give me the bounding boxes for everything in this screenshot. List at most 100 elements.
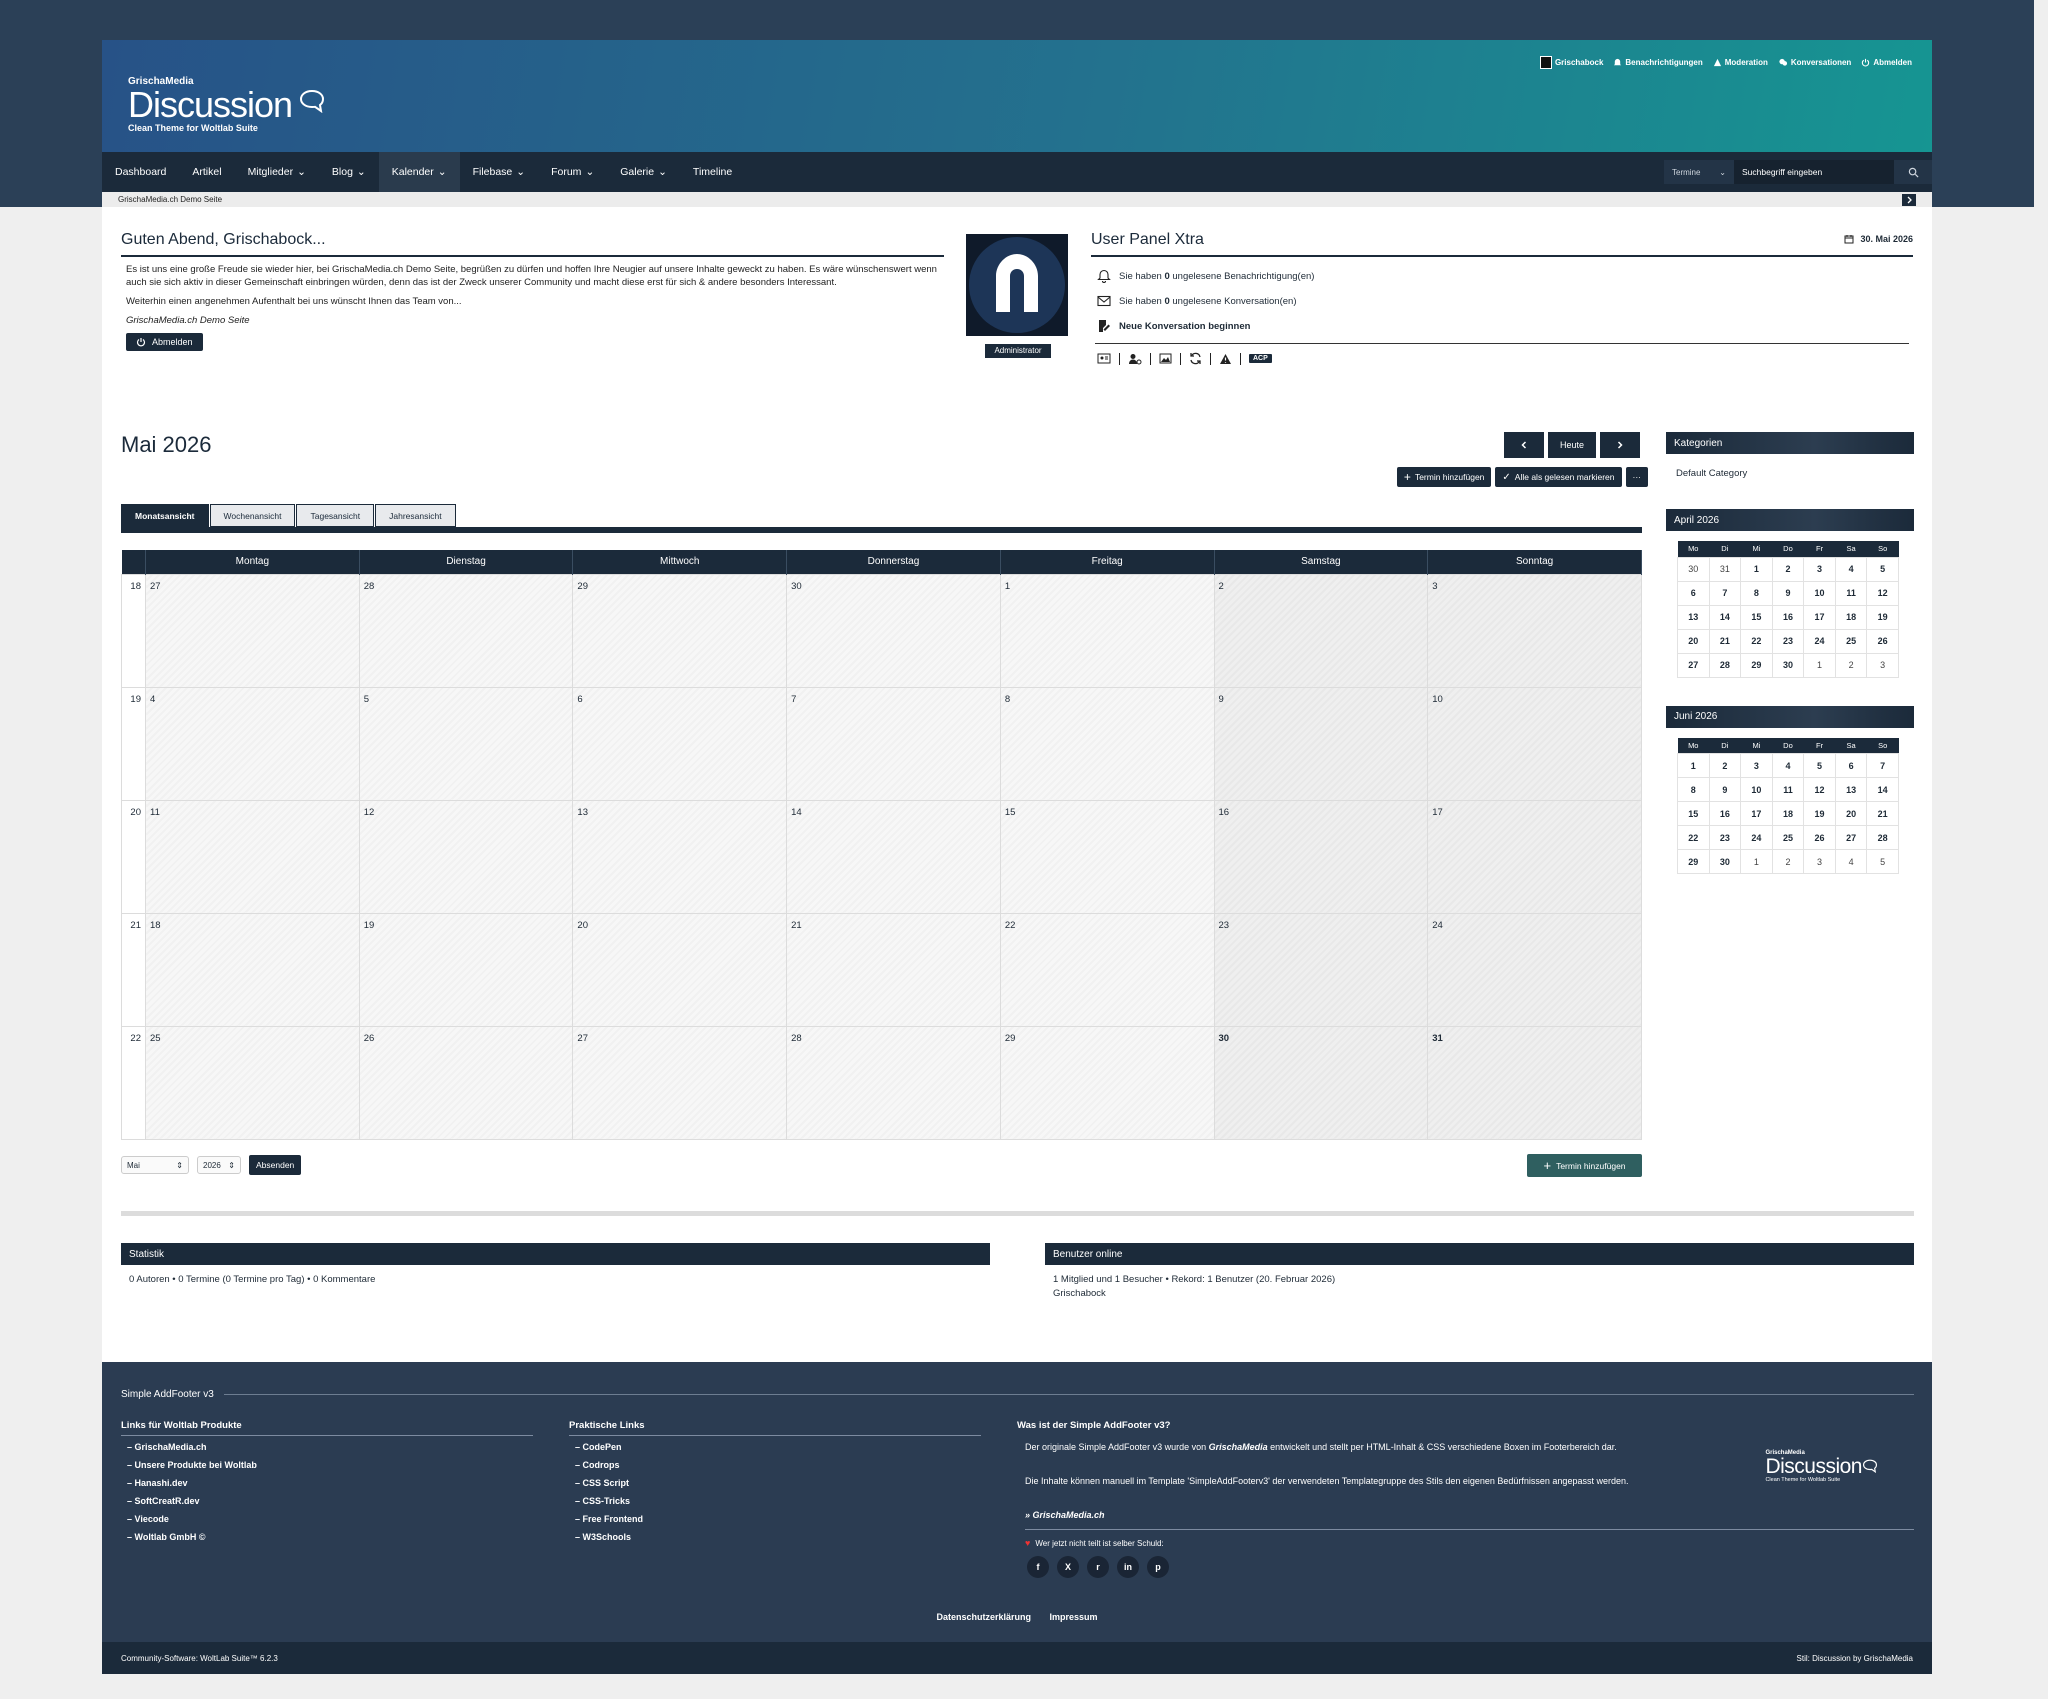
acp-button[interactable]: ACP <box>1249 354 1272 363</box>
nav-kalender[interactable]: Kalender ⌄ <box>378 152 460 192</box>
sidebar-toggle-button[interactable] <box>1902 194 1916 206</box>
mini-day-cell[interactable]: 3 <box>1803 849 1836 874</box>
conversations-row[interactable]: Sie haben 0 ungelesene Konversation(en) <box>1097 295 1913 307</box>
nav-mitglieder[interactable]: Mitglieder ⌄ <box>235 152 319 192</box>
calendar-day-cell[interactable]: 27 <box>572 1025 788 1140</box>
submit-button[interactable]: Absenden <box>249 1155 302 1175</box>
image-icon[interactable] <box>1159 353 1172 364</box>
mini-day-cell[interactable]: 21 <box>1708 628 1742 654</box>
mini-day-cell[interactable]: 5 <box>1803 753 1836 778</box>
calendar-day-cell[interactable]: 19 <box>358 912 574 1027</box>
mini-day-cell[interactable]: 20 <box>1677 628 1710 654</box>
mini-day-cell[interactable]: 11 <box>1834 580 1868 606</box>
mini-day-cell[interactable]: 8 <box>1740 580 1773 606</box>
calendar-day-cell[interactable]: 17 <box>1427 799 1642 914</box>
calendar-day-cell[interactable]: 11 <box>145 799 360 914</box>
calendar-day-cell[interactable]: 16 <box>1213 799 1429 914</box>
calendar-day-cell[interactable]: 29 <box>572 573 788 688</box>
reddit-icon[interactable]: r <box>1087 1556 1109 1578</box>
calendar-day-cell[interactable]: 13 <box>572 799 788 914</box>
calendar-day-cell[interactable]: 26 <box>358 1025 574 1140</box>
calendar-day-cell[interactable]: 30 <box>1213 1025 1429 1140</box>
mini-day-cell[interactable]: 29 <box>1740 652 1773 678</box>
mini-day-cell[interactable]: 30 <box>1677 556 1710 582</box>
mini-day-cell[interactable]: 3 <box>1866 652 1899 678</box>
mini-day-cell[interactable]: 8 <box>1677 777 1710 802</box>
calendar-day-cell[interactable]: 25 <box>145 1025 360 1140</box>
footer-link[interactable]: SoftCreatR.dev <box>127 1496 533 1506</box>
mini-day-cell[interactable]: 2 <box>1771 556 1805 582</box>
style-credit[interactable]: Stil: Discussion by GrischaMedia <box>1797 1654 1913 1663</box>
footer-link[interactable]: CSS Script <box>575 1478 981 1488</box>
mini-day-cell[interactable]: 21 <box>1866 801 1899 826</box>
tab-week[interactable]: Wochenansicht <box>209 504 296 527</box>
mini-day-cell[interactable]: 15 <box>1677 801 1710 826</box>
mini-day-cell[interactable]: 11 <box>1771 777 1805 802</box>
nav-filebase[interactable]: Filebase ⌄ <box>460 152 539 192</box>
mini-day-cell[interactable]: 24 <box>1740 825 1773 850</box>
mini-day-cell[interactable]: 24 <box>1803 628 1836 654</box>
nav-blog[interactable]: Blog ⌄ <box>319 152 379 192</box>
mini-day-cell[interactable]: 2 <box>1834 652 1868 678</box>
mini-day-cell[interactable]: 6 <box>1834 753 1868 778</box>
footer-link[interactable]: Viecode <box>127 1514 533 1524</box>
user-menu-logout[interactable]: Abmelden <box>1861 56 1912 69</box>
footer-link[interactable]: Free Frontend <box>575 1514 981 1524</box>
mini-day-cell[interactable]: 28 <box>1708 652 1742 678</box>
mini-day-cell[interactable]: 10 <box>1740 777 1773 802</box>
site-logo[interactable]: GrischaMedia Discussion Clean Theme for … <box>128 76 325 133</box>
user-menu-conversations[interactable]: Konversationen <box>1778 56 1851 69</box>
mini-day-cell[interactable]: 18 <box>1834 604 1868 630</box>
more-options-button[interactable]: ··· <box>1625 467 1648 487</box>
facebook-icon[interactable]: f <box>1027 1556 1049 1578</box>
calendar-day-cell[interactable]: 2 <box>1213 573 1429 688</box>
mini-day-cell[interactable]: 12 <box>1866 580 1899 606</box>
mini-day-cell[interactable]: 15 <box>1740 604 1773 630</box>
privacy-link[interactable]: Datenschutzerklärung <box>936 1612 1031 1622</box>
calendar-day-cell[interactable]: 9 <box>1213 686 1429 801</box>
calendar-day-cell[interactable]: 18 <box>145 912 360 1027</box>
week-number[interactable]: 18 <box>121 573 146 688</box>
mini-day-cell[interactable]: 7 <box>1866 753 1899 778</box>
calendar-day-cell[interactable]: 27 <box>145 573 360 688</box>
mini-day-cell[interactable]: 16 <box>1708 801 1742 826</box>
mini-day-cell[interactable]: 1 <box>1740 556 1773 582</box>
calendar-day-cell[interactable]: 21 <box>786 912 1001 1027</box>
mini-day-cell[interactable]: 2 <box>1708 753 1742 778</box>
refresh-icon[interactable] <box>1189 352 1202 365</box>
mini-day-cell[interactable]: 26 <box>1866 628 1899 654</box>
mini-day-cell[interactable]: 1 <box>1803 652 1836 678</box>
category-link[interactable]: Default Category <box>1676 468 1914 479</box>
mini-day-cell[interactable]: 20 <box>1834 801 1868 826</box>
software-credit[interactable]: Community-Software: WoltLab Suite™ 6.2.3 <box>121 1654 278 1663</box>
mini-day-cell[interactable]: 2 <box>1771 849 1805 874</box>
mini-day-cell[interactable]: 1 <box>1740 849 1773 874</box>
mini-day-cell[interactable]: 3 <box>1803 556 1836 582</box>
user-menu-notifications[interactable]: Benachrichtigungen <box>1613 56 1703 69</box>
today-button[interactable]: Heute <box>1548 432 1596 458</box>
mini-day-cell[interactable]: 18 <box>1771 801 1805 826</box>
footer-link[interactable]: Woltlab GmbH © <box>127 1532 533 1542</box>
mini-day-cell[interactable]: 5 <box>1866 849 1899 874</box>
pinterest-icon[interactable]: p <box>1147 1556 1169 1578</box>
mini-day-cell[interactable]: 22 <box>1740 628 1773 654</box>
mini-day-cell[interactable]: 23 <box>1771 628 1805 654</box>
user-cog-icon[interactable] <box>1128 353 1142 365</box>
mini-day-cell[interactable]: 31 <box>1708 556 1742 582</box>
mini-day-cell[interactable]: 19 <box>1866 604 1899 630</box>
calendar-day-cell[interactable]: 7 <box>786 686 1001 801</box>
tab-day[interactable]: Tagesansicht <box>296 504 375 527</box>
calendar-day-cell[interactable]: 1 <box>999 573 1215 688</box>
calendar-day-cell[interactable]: 10 <box>1427 686 1642 801</box>
mini-day-cell[interactable]: 7 <box>1708 580 1742 606</box>
user-menu-profile[interactable]: Grischabock <box>1539 56 1603 69</box>
footer-about-link[interactable]: » GrischaMedia.ch <box>1025 1509 1906 1521</box>
mini-day-cell[interactable]: 13 <box>1834 777 1868 802</box>
prev-month-button[interactable] <box>1504 432 1544 458</box>
week-number[interactable]: 22 <box>121 1025 146 1140</box>
search-input[interactable]: Suchbegriff eingeben <box>1734 160 1894 184</box>
warning-icon[interactable] <box>1219 353 1232 365</box>
calendar-day-cell[interactable]: 15 <box>999 799 1215 914</box>
mini-day-cell[interactable]: 25 <box>1771 825 1805 850</box>
add-event-button-bottom[interactable]: + Termin hinzufügen <box>1527 1154 1642 1177</box>
